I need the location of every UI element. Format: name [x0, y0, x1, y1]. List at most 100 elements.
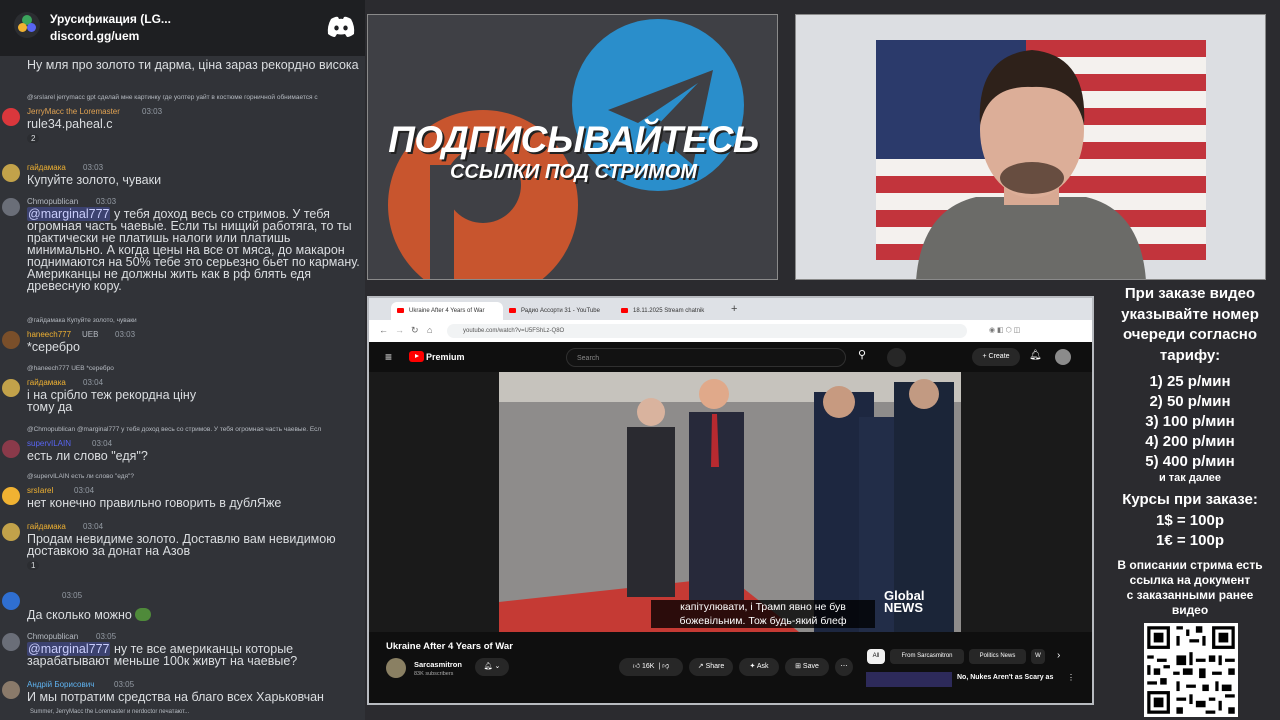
avatar[interactable]: [1055, 349, 1071, 365]
info-note: с заказанными ранее: [1126, 587, 1254, 602]
username[interactable]: гайдамака: [27, 378, 66, 387]
info-heading: При заказе видео: [1124, 285, 1256, 302]
message-text: Купуйте золото, чуваки: [27, 173, 162, 187]
avatar[interactable]: [2, 440, 20, 458]
banner-title: ПОДПИСЫВАЙТЕСЬ: [388, 119, 759, 160]
recommended-thumbnail[interactable]: [866, 672, 952, 687]
webcam-feed: [795, 14, 1266, 280]
more-actions-button[interactable]: ⋯: [835, 658, 853, 676]
address-bar[interactable]: youtube.com/watch?v=U5FShLz-Q8O: [447, 324, 967, 338]
timestamp: 03:03: [96, 197, 117, 206]
address-bar-row: ← → ↻ ⌂ youtube.com/watch?v=U5FShLz-Q8O …: [369, 320, 1092, 342]
chevron-right-icon[interactable]: ›: [1057, 650, 1060, 661]
like-button[interactable]: 👍︎ 16K | 👎︎: [619, 658, 683, 676]
video-player[interactable]: капітулювати, і Трамп явно не був божеві…: [369, 372, 1092, 632]
avatar[interactable]: [2, 331, 20, 349]
chip-politics-news[interactable]: Politics News: [969, 649, 1026, 664]
timestamp: 03:03: [115, 330, 136, 339]
avatar[interactable]: [2, 164, 20, 182]
tariff-item: 1) 25 р/мин: [1149, 373, 1231, 390]
username[interactable]: гайдамака: [27, 522, 66, 531]
timestamp: 03:05: [96, 632, 117, 641]
tab-title: 18.11.2025 Stream chatnik: [633, 308, 705, 314]
search-input[interactable]: Search: [566, 348, 846, 367]
tab-title: Радио Ассорти 31 - YouTube: [521, 308, 600, 314]
message-text: rule34.paheal.c: [27, 117, 113, 131]
reactions[interactable]: 2: [27, 134, 42, 143]
avatar[interactable]: [2, 108, 20, 126]
username[interactable]: Chmopublican: [27, 632, 78, 641]
reaction-count[interactable]: 2: [27, 134, 40, 143]
global-news-watermark: Global NEWS: [884, 589, 924, 615]
video-frame: капітулювати, і Трамп явно не був божеві…: [499, 372, 961, 632]
rate-item: 1$ = 100р: [1156, 511, 1224, 529]
avatar[interactable]: [2, 198, 20, 216]
save-button[interactable]: ⊞ Save: [785, 658, 829, 676]
username[interactable]: haneech777: [27, 330, 71, 339]
reaction-count[interactable]: 1: [27, 561, 40, 570]
youtube-logo[interactable]: Premium: [409, 351, 465, 363]
chip-more[interactable]: W: [1031, 649, 1045, 664]
recommended-title[interactable]: No, Nukes Aren't as Scary as: [957, 674, 1053, 681]
chat-panel: Урусификация (LG... discord.gg/uem Ну мл…: [0, 0, 365, 720]
avatar[interactable]: [2, 592, 20, 610]
message-text: Продам невидиме золото. Доставлю вам нев…: [27, 532, 336, 558]
tariff-item: 3) 100 р/мин: [1145, 413, 1235, 430]
avatar[interactable]: [2, 379, 20, 397]
channel-avatar[interactable]: [386, 658, 406, 678]
username[interactable]: гайдамака: [27, 163, 66, 172]
share-label: Share: [705, 663, 725, 670]
username[interactable]: srsIarel: [27, 486, 53, 495]
message-text: @marginal777 у тебя доход весь со стримо…: [27, 207, 365, 292]
reply-preview[interactable]: @haneech777 UEB *серебро: [27, 365, 365, 372]
bell-icon[interactable]: 🔔︎: [1029, 350, 1042, 361]
browser-tab[interactable]: Ukraine After 4 Years of War: [391, 302, 503, 320]
username[interactable]: JerryMacc the Loremaster: [27, 107, 120, 116]
new-tab-button[interactable]: +: [731, 303, 737, 315]
reply-preview[interactable]: @гайдамака Купуйте золото, чуваки: [27, 317, 365, 324]
reply-preview[interactable]: @Chmopublican @marginal777 у тебя доход …: [27, 426, 365, 433]
info-note: ссылка на документ: [1129, 572, 1251, 587]
message-text: *серебро: [27, 340, 80, 354]
mic-icon[interactable]: [887, 348, 906, 367]
reply-preview[interactable]: @supervILAIN есть ли слово "едя"?: [27, 473, 365, 480]
reactions[interactable]: 1: [27, 561, 42, 570]
avatar[interactable]: [2, 633, 20, 651]
rate-item: 1€ = 100р: [1156, 532, 1224, 549]
timestamp: 03:04: [83, 378, 104, 387]
username[interactable]: supervILAIN: [27, 439, 71, 448]
search-button[interactable]: ⚲: [847, 348, 877, 367]
username[interactable]: Андрій Борисович: [27, 680, 94, 689]
tab-title: Ukraine After 4 Years of War: [409, 308, 485, 314]
browser-tab[interactable]: Радио Ассорти 31 - YouTube: [503, 302, 615, 320]
browser-tab[interactable]: 18.11.2025 Stream chatnik: [615, 302, 727, 320]
kebab-menu-icon[interactable]: ⋮: [1067, 673, 1075, 682]
chip-all[interactable]: All: [867, 649, 885, 664]
reply-preview[interactable]: @srsIarel jerrymacc gpt сделай мне карти…: [27, 94, 365, 101]
timestamp: 03:04: [74, 486, 95, 495]
chip-from-channel[interactable]: From Sarcasmitron: [890, 649, 964, 664]
extensions-icon[interactable]: ◉ ◧ ⬡ ◫: [989, 326, 1049, 334]
avatar[interactable]: [2, 681, 20, 699]
create-label: Create: [988, 353, 1010, 360]
reload-icon[interactable]: ↻: [411, 325, 419, 336]
server-invite-url[interactable]: discord.gg/uem: [50, 29, 139, 43]
message-text: есть ли слово "едя"?: [27, 449, 148, 463]
caption-line-1: капітулювати, і Трамп явно не був: [651, 600, 875, 614]
info-note: видео: [1171, 602, 1209, 617]
share-button[interactable]: ↗ Share: [689, 658, 733, 676]
create-button[interactable]: + Create: [972, 348, 1020, 366]
home-icon[interactable]: ⌂: [427, 325, 432, 335]
watermark-line-2: NEWS: [884, 600, 923, 615]
avatar[interactable]: [2, 487, 20, 505]
avatar[interactable]: [2, 523, 20, 541]
youtube-brand: Premium: [426, 352, 465, 362]
channel-name[interactable]: Sarcasmitron: [414, 660, 462, 669]
timestamp: 03:03: [83, 163, 104, 172]
forward-icon[interactable]: →: [395, 325, 404, 335]
menu-icon[interactable]: ≡: [385, 350, 392, 364]
username[interactable]: Chmopublican: [27, 197, 78, 206]
back-icon[interactable]: ←: [379, 325, 388, 335]
ask-button[interactable]: ✦ Ask: [739, 658, 779, 676]
subscribe-bell-button[interactable]: 🔔︎ ⌄: [475, 658, 509, 676]
